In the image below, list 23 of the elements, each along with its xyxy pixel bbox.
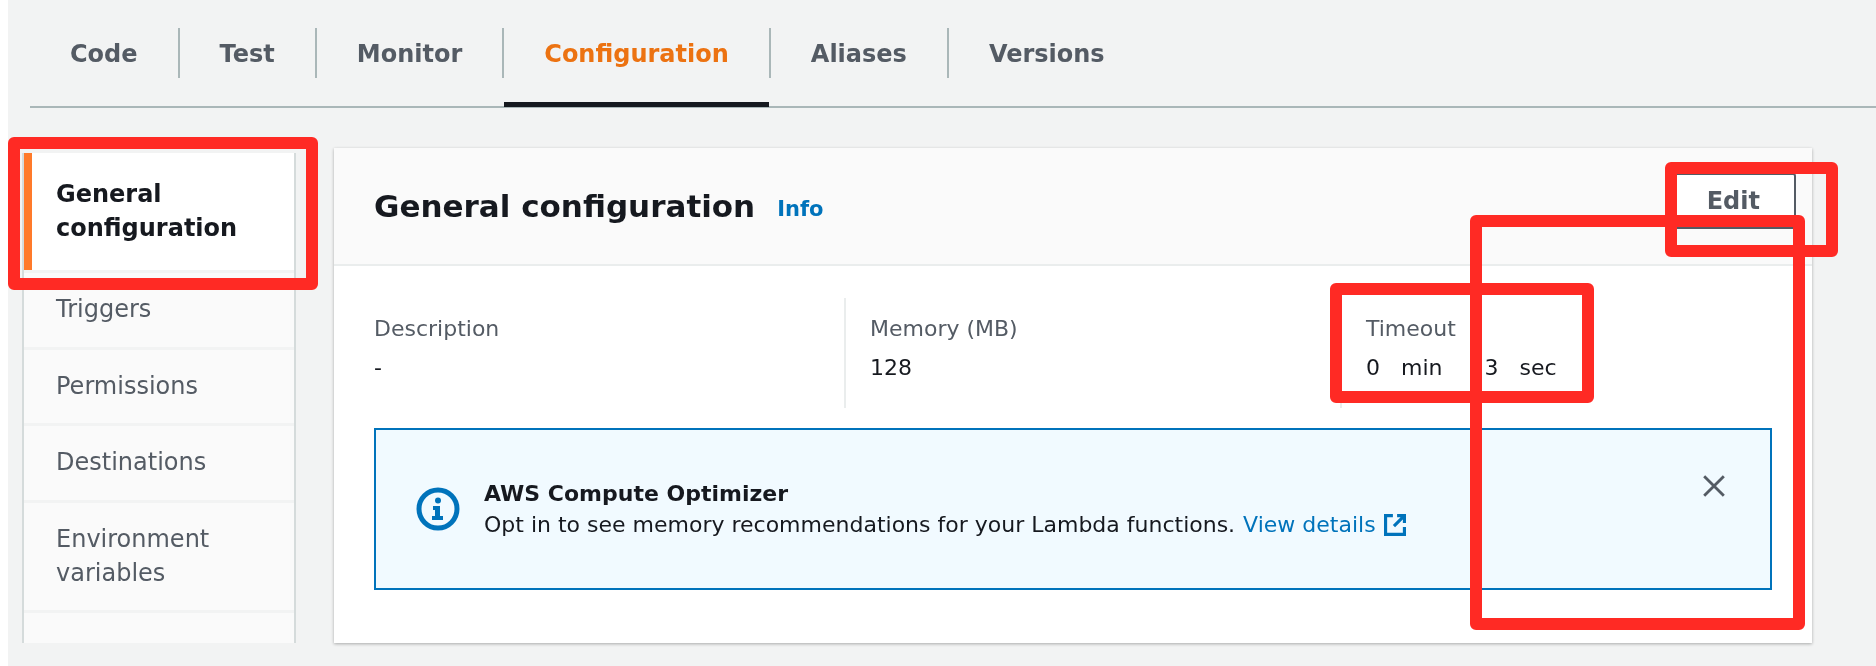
info-icon xyxy=(416,487,460,531)
field-value: 128 xyxy=(870,355,912,380)
field-label: Description xyxy=(374,316,500,341)
tab[interactable]: Code xyxy=(30,1,178,107)
tab[interactable]: Test xyxy=(179,1,315,107)
sidebar-item[interactable]: General configuration xyxy=(24,153,294,271)
info-link[interactable]: Info xyxy=(777,197,824,221)
panel-title: General configuration xyxy=(374,188,756,224)
field-label: Timeout xyxy=(1366,316,1456,341)
sidebar-item[interactable]: Environment variables xyxy=(24,502,294,611)
sidebar-item[interactable]: Destinations xyxy=(24,426,294,500)
close-icon xyxy=(1702,474,1726,498)
field-value: - xyxy=(374,355,382,380)
tab[interactable]: Versions xyxy=(948,1,1145,107)
external-link-icon xyxy=(1383,513,1406,536)
alert-message: Opt in to see memory recommendations for your Lambda functions. xyxy=(484,512,1236,537)
field-label: Memory (MB) xyxy=(870,316,1018,341)
alert-title: AWS Compute Optimizer xyxy=(484,481,790,506)
field-value: 0 min 3 sec xyxy=(1366,355,1557,380)
tab[interactable]: Monitor xyxy=(316,1,503,107)
sidebar-item[interactable]: Permissions xyxy=(24,349,294,424)
tab[interactable]: Aliases xyxy=(770,1,947,107)
view-details-link[interactable]: View details xyxy=(1243,512,1376,537)
